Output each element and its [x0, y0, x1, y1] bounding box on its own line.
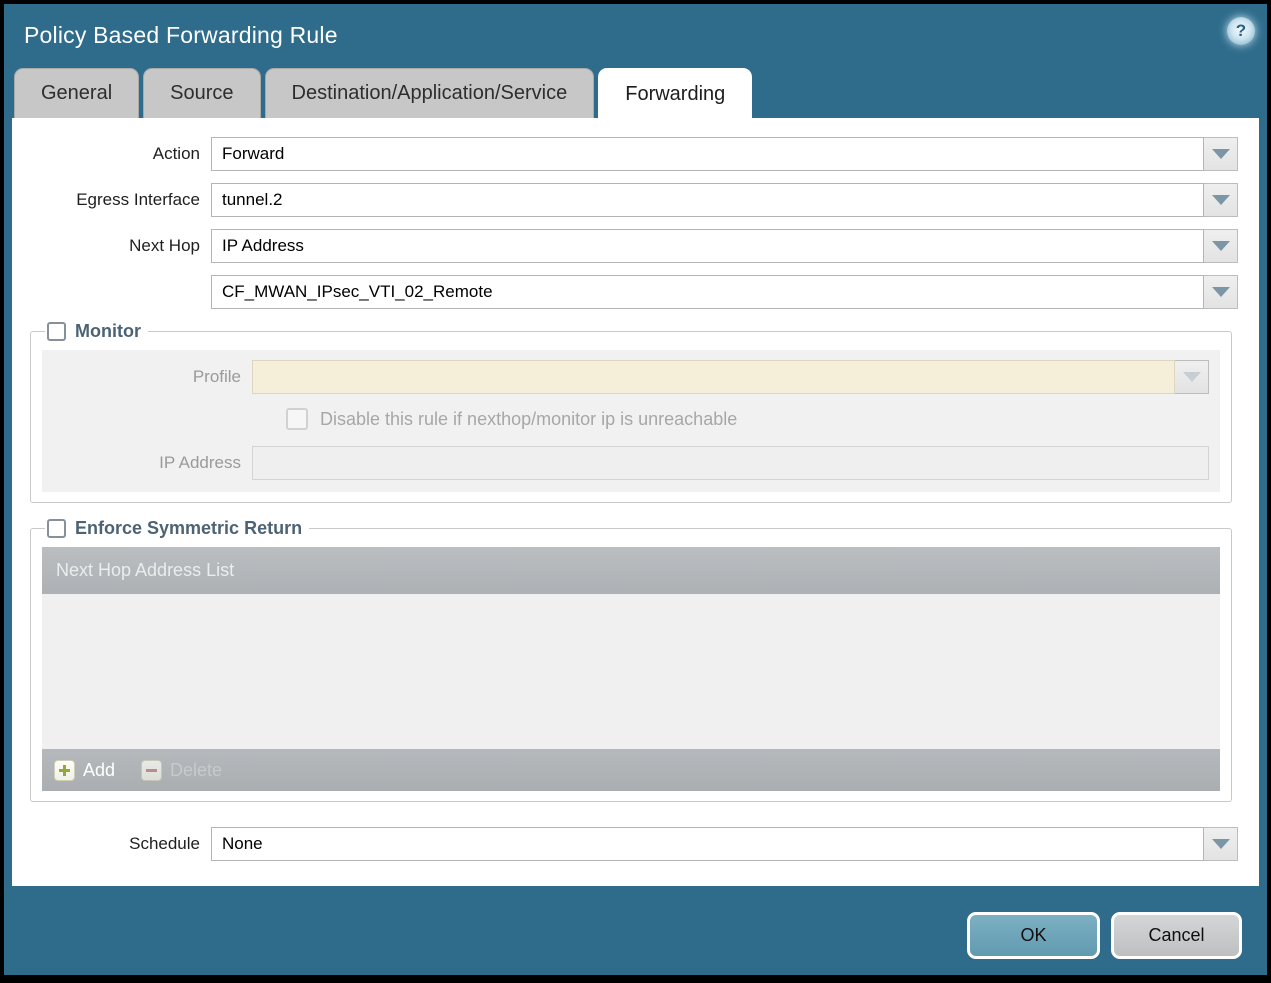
cancel-button-label: Cancel — [1148, 925, 1204, 946]
help-icon[interactable]: ? — [1227, 17, 1255, 45]
monitor-legend: Monitor — [45, 321, 148, 342]
tab-general[interactable]: General — [14, 68, 139, 118]
action-row: Action Forward — [12, 137, 1238, 171]
monitor-legend-label: Monitor — [75, 321, 141, 342]
delete-button-label: Delete — [170, 760, 222, 781]
action-label: Action — [12, 144, 211, 164]
next-hop-row: Next Hop IP Address — [12, 229, 1238, 263]
tab-source[interactable]: Source — [143, 68, 260, 118]
action-select[interactable]: Forward — [211, 137, 1204, 171]
next-hop-label: Next Hop — [12, 236, 211, 256]
egress-interface-label: Egress Interface — [12, 190, 211, 210]
table-body[interactable] — [42, 594, 1220, 749]
plus-icon — [54, 760, 75, 781]
chevron-down-icon — [1212, 287, 1230, 297]
action-dropdown-button[interactable] — [1204, 137, 1238, 171]
tab-destination-label: Destination/Application/Service — [292, 82, 568, 105]
next-hop-address-dropdown-button[interactable] — [1204, 275, 1238, 309]
monitor-checkbox[interactable] — [47, 322, 66, 341]
disable-rule-label: Disable this rule if nexthop/monitor ip … — [320, 409, 737, 430]
tab-bar: General Source Destination/Application/S… — [14, 68, 752, 118]
ok-button[interactable]: OK — [967, 912, 1100, 959]
next-hop-type-select[interactable]: IP Address — [211, 229, 1204, 263]
chevron-down-icon — [1212, 839, 1230, 849]
monitor-ip-address-input — [252, 446, 1209, 480]
disable-rule-checkbox — [286, 408, 308, 430]
monitor-panel: Profile Disable this rule if nexthop/mon… — [42, 350, 1220, 492]
monitor-section: Monitor Profile Disable this rule if nex… — [30, 321, 1232, 503]
next-hop-address-row: CF_MWAN_IPsec_VTI_02_Remote — [12, 275, 1238, 309]
symmetric-return-legend: Enforce Symmetric Return — [45, 518, 309, 539]
profile-row: Profile — [42, 360, 1220, 394]
next-hop-address-list-table: Next Hop Address List Add Delete — [42, 547, 1220, 791]
delete-button: Delete — [141, 760, 222, 781]
chevron-down-icon — [1183, 372, 1201, 382]
symmetric-return-checkbox[interactable] — [47, 519, 66, 538]
next-hop-type-dropdown-button[interactable] — [1204, 229, 1238, 263]
egress-interface-dropdown-button[interactable] — [1204, 183, 1238, 217]
add-button-label: Add — [83, 760, 115, 781]
table-footer: Add Delete — [42, 749, 1220, 791]
table-header: Next Hop Address List — [42, 547, 1220, 594]
forwarding-tab-panel: Action Forward Egress Interface tunnel.2… — [12, 118, 1259, 886]
add-button[interactable]: Add — [54, 760, 115, 781]
tab-forwarding[interactable]: Forwarding — [598, 68, 752, 120]
monitor-ip-address-row: IP Address — [42, 446, 1220, 480]
symmetric-return-legend-label: Enforce Symmetric Return — [75, 518, 302, 539]
profile-select — [252, 360, 1175, 394]
profile-dropdown-button — [1175, 360, 1209, 394]
tab-destination-application-service[interactable]: Destination/Application/Service — [265, 68, 595, 118]
schedule-select[interactable]: None — [211, 827, 1204, 861]
symmetric-return-section: Enforce Symmetric Return Next Hop Addres… — [30, 518, 1232, 802]
schedule-row: Schedule None — [12, 827, 1238, 861]
tab-forwarding-label: Forwarding — [625, 83, 725, 106]
disable-rule-row: Disable this rule if nexthop/monitor ip … — [286, 408, 1220, 430]
next-hop-address-select[interactable]: CF_MWAN_IPsec_VTI_02_Remote — [211, 275, 1204, 309]
chevron-down-icon — [1212, 195, 1230, 205]
egress-interface-select[interactable]: tunnel.2 — [211, 183, 1204, 217]
help-icon-glyph: ? — [1236, 21, 1246, 41]
chevron-down-icon — [1212, 241, 1230, 251]
tab-source-label: Source — [170, 82, 233, 105]
profile-label: Profile — [42, 367, 252, 387]
minus-icon — [141, 760, 162, 781]
dialog-title: Policy Based Forwarding Rule — [24, 22, 338, 49]
ok-button-label: OK — [1020, 925, 1046, 946]
schedule-dropdown-button[interactable] — [1204, 827, 1238, 861]
schedule-label: Schedule — [12, 834, 211, 854]
egress-interface-row: Egress Interface tunnel.2 — [12, 183, 1238, 217]
monitor-ip-address-label: IP Address — [42, 453, 252, 473]
cancel-button[interactable]: Cancel — [1111, 912, 1242, 959]
tab-general-label: General — [41, 82, 112, 105]
chevron-down-icon — [1212, 149, 1230, 159]
table-header-label: Next Hop Address List — [56, 560, 234, 581]
